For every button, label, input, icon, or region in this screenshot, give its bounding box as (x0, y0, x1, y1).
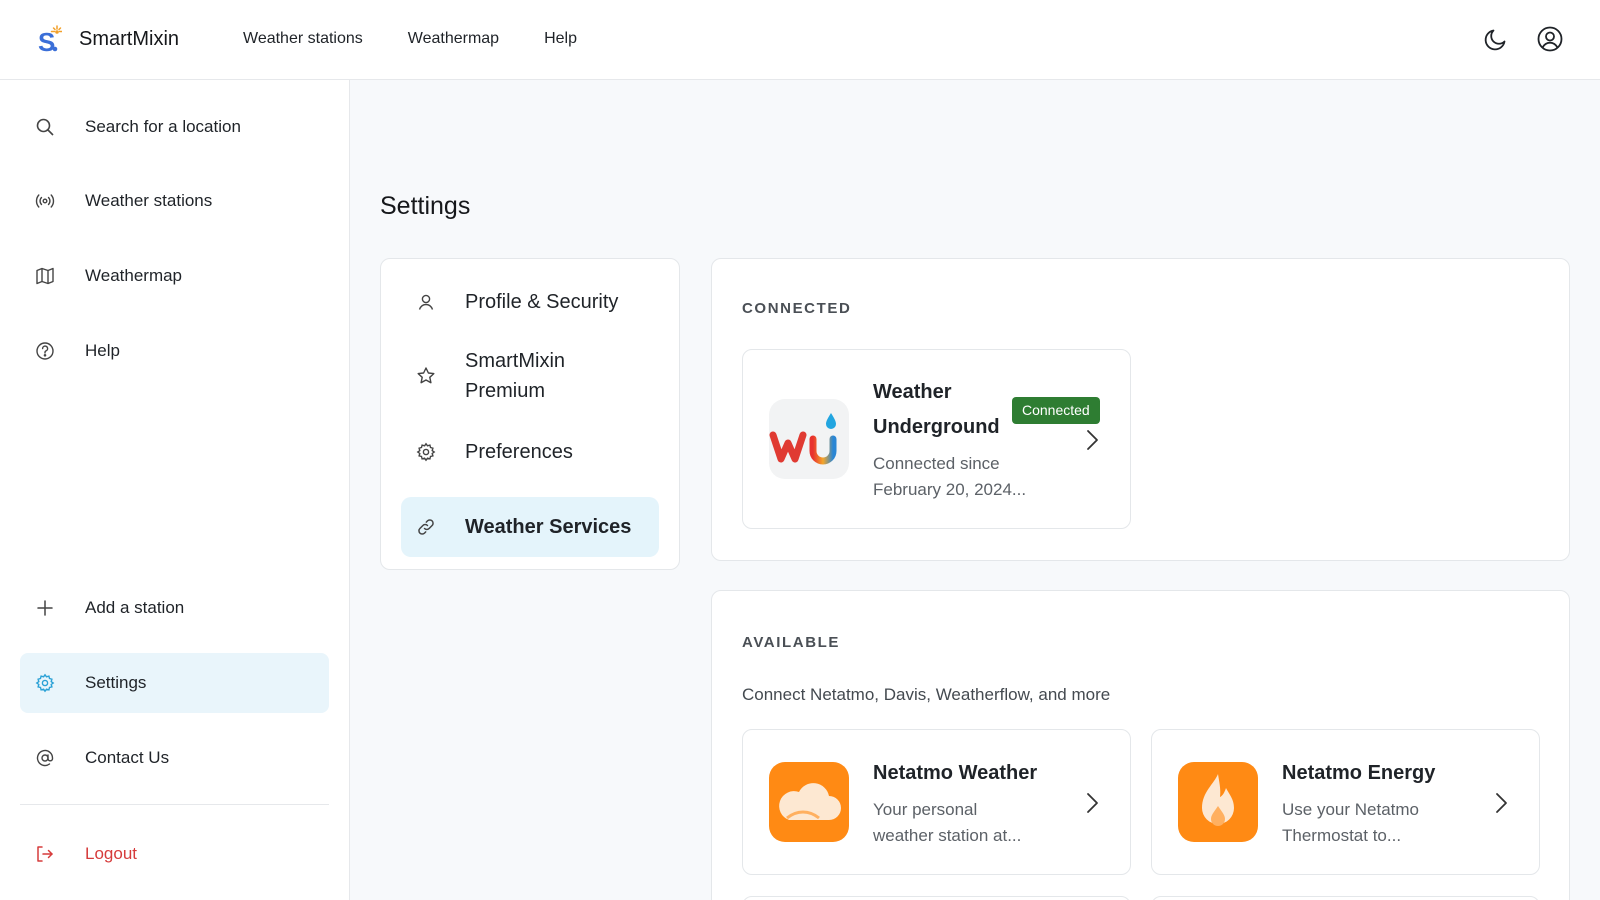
service-card-partial[interactable] (1151, 896, 1540, 900)
broadcast-icon (35, 191, 55, 211)
chevron-right-icon (1082, 791, 1102, 815)
brand-name: SmartMixin (79, 27, 180, 50)
sidebar-item-logout[interactable]: Logout (20, 824, 329, 884)
settings-nav-preferences[interactable]: Preferences (401, 423, 659, 481)
link-icon (416, 517, 436, 537)
sidebar-item-contact-us[interactable]: Contact Us (20, 728, 329, 788)
sidebar-item-label: Search for a location (85, 117, 241, 136)
top-icons (1482, 25, 1564, 53)
service-name: Underground (873, 416, 1000, 438)
weather-underground-card[interactable]: Weather Underground Connected Connected … (742, 349, 1131, 529)
sidebar-item-help[interactable]: Help (20, 321, 329, 381)
sidebar-item-label: Settings (85, 673, 147, 692)
settings-nav-label: SmartMixin (465, 350, 566, 372)
service-description: Use your Netatmo (1282, 800, 1419, 819)
sidebar-item-settings[interactable]: Settings (20, 653, 329, 713)
settings-nav-smartmixin-premium[interactable]: SmartMixin Premium (401, 339, 659, 413)
top-bar: S SmartMixin Weather stations Weathermap… (0, 0, 1600, 80)
sidebar: Search for a location Weather stations W… (0, 80, 350, 900)
service-card-partial[interactable] (742, 896, 1131, 900)
sidebar-item-label: Add a station (85, 598, 185, 617)
netatmo-energy-logo-icon (1178, 762, 1258, 842)
available-subtitle: Connect Netatmo, Davis, Weatherflow, and… (742, 685, 1111, 704)
netatmo-weather-card[interactable]: Netatmo Weather Your personal weather st… (742, 729, 1131, 875)
chevron-right-icon (1082, 428, 1102, 452)
sidebar-item-label: Weather stations (85, 191, 213, 210)
netatmo-energy-card[interactable]: Netatmo Energy Use your Netatmo Thermost… (1151, 729, 1540, 875)
connected-badge: Connected (1012, 397, 1100, 424)
sidebar-item-weathermap[interactable]: Weathermap (20, 246, 329, 306)
connected-section-title: CONNECTED (742, 300, 852, 317)
search-icon (35, 117, 55, 137)
settings-nav: Profile & Security SmartMixin Premium Pr… (380, 258, 680, 570)
at-icon (35, 748, 55, 768)
moon-icon[interactable] (1482, 25, 1510, 53)
available-panel: AVAILABLE Connect Netatmo, Davis, Weathe… (711, 590, 1570, 900)
sidebar-item-label: Weathermap (85, 266, 183, 285)
topnav-help[interactable]: Help (544, 30, 577, 48)
star-icon (416, 366, 436, 386)
service-name: Netatmo Weather (873, 762, 1038, 784)
sidebar-item-label: Help (85, 341, 120, 360)
sidebar-item-label: Logout (85, 844, 137, 863)
map-icon (35, 266, 55, 286)
sidebar-divider (20, 804, 329, 805)
gear-icon (416, 442, 436, 462)
settings-nav-label: Premium (465, 380, 546, 402)
settings-nav-profile-security[interactable]: Profile & Security (401, 273, 659, 331)
service-description: weather station at... (873, 826, 1022, 845)
connected-panel: CONNECTED Weather Underground Connected … (711, 258, 1570, 561)
weather-underground-logo-icon (769, 399, 849, 479)
available-section-title: AVAILABLE (742, 634, 841, 651)
logout-icon (35, 844, 55, 864)
service-name: Weather (873, 381, 952, 403)
smartmixin-logo-icon: S (36, 24, 63, 57)
settings-nav-label: Weather Services (465, 516, 632, 538)
brand[interactable]: S SmartMixin (36, 24, 180, 57)
settings-nav-label: Preferences (465, 441, 573, 463)
gear-icon (35, 673, 55, 693)
service-description: February 20, 2024... (873, 480, 1027, 499)
service-description: Connected since (873, 454, 1000, 473)
topnav-weathermap[interactable]: Weathermap (408, 30, 499, 48)
settings-nav-label: Profile & Security (465, 291, 619, 313)
service-name: Netatmo Energy (1282, 762, 1436, 784)
account-icon[interactable] (1536, 25, 1564, 53)
sidebar-item-label: Contact Us (85, 748, 170, 767)
topnav-weather-stations[interactable]: Weather stations (243, 30, 363, 48)
plus-icon (35, 598, 55, 618)
settings-nav-weather-services[interactable]: Weather Services (401, 497, 659, 557)
sidebar-item-add-station[interactable]: Add a station (20, 578, 329, 638)
sidebar-item-weather-stations[interactable]: Weather stations (20, 171, 329, 231)
netatmo-weather-logo-icon (769, 762, 849, 842)
help-circle-icon (35, 341, 55, 361)
sidebar-item-search[interactable]: Search for a location (20, 97, 329, 157)
top-nav: Weather stations Weathermap Help (243, 30, 622, 48)
user-icon (416, 292, 436, 312)
chevron-right-icon (1491, 791, 1511, 815)
page-title: Settings (380, 192, 471, 220)
service-description: Your personal (873, 800, 978, 819)
service-description: Thermostat to... (1282, 826, 1402, 845)
